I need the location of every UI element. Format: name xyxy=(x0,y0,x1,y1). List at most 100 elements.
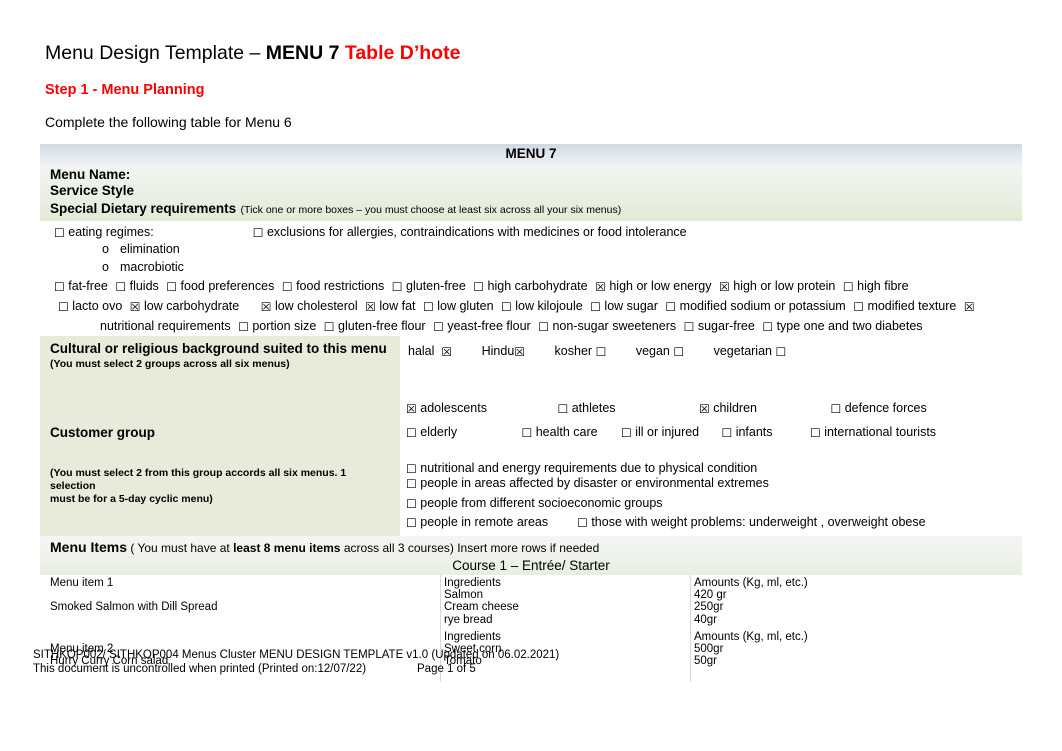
menu-name-label: Menu Name: xyxy=(50,167,131,182)
footer-page-number: Page 1 of 5 xyxy=(417,663,476,675)
customer-group-option: ☐ defence forces xyxy=(830,401,926,415)
dietary-checkbox[interactable]: ☐ xyxy=(665,301,676,313)
dietary-checkbox[interactable]: ☐ xyxy=(54,281,65,293)
dietary-checkbox[interactable]: ☐ xyxy=(684,321,695,333)
customer-group-checkbox-checked[interactable]: ☒ xyxy=(406,403,417,415)
dietary-checkbox[interactable]: ☐ xyxy=(433,321,444,333)
dietary-checkbox[interactable]: ☐ xyxy=(473,281,484,293)
customer-group-option-label: ill or injured xyxy=(635,425,700,439)
dietary-checkbox[interactable]: ☐ xyxy=(282,281,293,293)
customer-group-option: ☐ infants xyxy=(721,425,806,439)
menu-item-1-amounts-cell: Amounts (Kg, ml, etc.) 420 gr 250gr 40gr xyxy=(690,577,1022,626)
eating-regimes-checkbox[interactable]: ☐ xyxy=(54,227,65,239)
cultural-option-label: halal xyxy=(408,344,435,358)
cultural-option: vegetarian ☐ xyxy=(714,344,787,358)
dietary-line-1: ☐ fat-free ☐ fluids ☐ food preferences ☐… xyxy=(40,276,1022,296)
service-style-label: Service Style xyxy=(50,183,135,198)
dietary-checkbox-checked[interactable]: ☒ xyxy=(365,301,376,313)
dietary-checkbox[interactable]: ☐ xyxy=(853,301,864,313)
dietary-checkbox[interactable]: ☐ xyxy=(538,321,549,333)
menu-item-2-amounts-cell: Amounts (Kg, ml, etc.) 500gr 50gr xyxy=(690,631,1022,680)
menu-item-1-ingredients-cell: Ingredients Salmon Cream cheese rye brea… xyxy=(440,577,690,626)
cultural-checkbox[interactable]: ☐ xyxy=(673,346,684,358)
cultural-option-label: vegan xyxy=(635,344,670,358)
dietary-option: ☒ low fat xyxy=(365,297,415,315)
customer-group-checkbox[interactable]: ☐ xyxy=(830,403,841,415)
customer-group-checkbox[interactable]: ☐ xyxy=(406,498,417,510)
dietary-checkbox-checked[interactable]: ☒ xyxy=(261,301,272,313)
customer-group-option-label: infants xyxy=(735,425,773,439)
customer-group-checkbox[interactable]: ☐ xyxy=(721,427,732,439)
special-dietary-note: (Tick one or more boxes – you must choos… xyxy=(240,204,622,216)
cultural-checkbox[interactable]: ☐ xyxy=(596,346,607,358)
page-title: Menu Design Template – MENU 7 Table D’ho… xyxy=(45,42,460,65)
dietary-checkbox[interactable]: ☐ xyxy=(392,281,403,293)
cultural-religious-row: Cultural or religious background suited … xyxy=(40,336,1022,391)
dietary-option-label: modified sodium or potassium xyxy=(679,299,846,313)
dietary-checkbox[interactable]: ☐ xyxy=(501,301,512,313)
dietary-option-label: high fibre xyxy=(857,279,909,293)
dietary-checkbox[interactable]: ☐ xyxy=(762,321,773,333)
column-divider xyxy=(690,575,691,628)
customer-group-checkbox-checked[interactable]: ☒ xyxy=(699,403,710,415)
customer-group-option-label: adolescents xyxy=(420,401,487,415)
footer-line-1: SITHKOP002/ SITHKOP004 Menus Cluster MEN… xyxy=(33,649,560,661)
cultural-options-cell: halal ☒ Hindu☒ kosher ☐ vegan ☐ vegetari… xyxy=(400,336,1022,391)
dietary-checkbox-checked[interactable]: ☒ xyxy=(595,281,606,293)
cultural-checkbox-checked[interactable]: ☒ xyxy=(441,346,452,358)
customer-group-checkbox[interactable]: ☐ xyxy=(810,427,821,439)
dietary-option: ☐ low sugar xyxy=(590,297,658,315)
menu-item-1-row: Menu item 1 Smoked Salmon with Dill Spre… xyxy=(40,575,1022,628)
customer-group-checkbox[interactable]: ☐ xyxy=(406,463,417,475)
customer-group-checkbox[interactable]: ☐ xyxy=(406,478,417,490)
dietary-checkbox[interactable]: ☐ xyxy=(58,301,69,313)
customer-group-checkbox[interactable]: ☐ xyxy=(521,427,532,439)
customer-group-checkbox[interactable]: ☐ xyxy=(406,427,417,439)
dietary-option-label: low fat xyxy=(379,299,416,313)
customer-group-row-3b: ☐ people in areas affected by disaster o… xyxy=(400,475,1022,490)
footer-line-2: This document is uncontrolled when print… xyxy=(33,662,559,676)
dietary-checkbox-checked[interactable]: ☒ xyxy=(130,301,141,313)
customer-group-option-label: international tourists xyxy=(824,425,937,439)
customer-group-checkbox[interactable]: ☐ xyxy=(577,517,588,529)
customer-group-checkbox[interactable]: ☐ xyxy=(621,427,632,439)
nutritional-requirements-checkbox[interactable]: ☒ xyxy=(964,301,975,313)
menu-items-note-a: ( You must have at xyxy=(127,541,234,555)
dietary-option: ☐ portion size xyxy=(238,317,316,335)
ingredient-name: rye bread xyxy=(444,613,493,626)
dietary-option-label: high carbohydrate xyxy=(487,279,588,293)
customer-group-row-3a: ☐ nutritional and energy requirements du… xyxy=(400,459,1022,475)
dietary-option-label: low gluten xyxy=(437,299,494,313)
customer-group-checkbox[interactable]: ☐ xyxy=(557,403,568,415)
cultural-option: halal ☒ xyxy=(408,344,452,358)
dietary-option-label: low cholesterol xyxy=(274,299,358,313)
dietary-option-label: fluids xyxy=(129,279,159,293)
exclusions-checkbox[interactable]: ☐ xyxy=(253,227,264,239)
cultural-heading: Cultural or religious background suited … xyxy=(50,341,387,356)
customer-group-checkbox[interactable]: ☐ xyxy=(406,517,417,529)
ingredient-name: Salmon xyxy=(444,589,483,602)
dietary-checkbox[interactable]: ☐ xyxy=(166,281,177,293)
dietary-checkbox-checked[interactable]: ☒ xyxy=(719,281,730,293)
dietary-checkbox[interactable]: ☐ xyxy=(423,301,434,313)
dietary-checkbox[interactable]: ☐ xyxy=(843,281,854,293)
dietary-checkbox[interactable]: ☐ xyxy=(115,281,126,293)
dietary-option: ☐ fluids xyxy=(115,277,158,295)
ingredient-amount: 50gr xyxy=(694,655,718,668)
dietary-checkbox[interactable]: ☐ xyxy=(238,321,249,333)
customer-group-option: ☐ international tourists xyxy=(810,425,936,439)
ingredient-amount: 500gr xyxy=(694,642,724,655)
cultural-checkbox-checked[interactable]: ☒ xyxy=(514,346,525,358)
customer-group-option-label: nutritional and energy requirements due … xyxy=(420,461,758,475)
menu-items-header: Menu Items ( You must have at least 8 me… xyxy=(40,536,1022,557)
cultural-option-label: vegetarian xyxy=(713,344,772,358)
dietary-option: ☐ lacto ovo xyxy=(58,297,122,315)
special-dietary-options: ☐ eating regimes: ☐ exclusions for aller… xyxy=(40,221,1022,336)
customer-group-row-2: ☐ elderly ☐ health care ☐ ill or injured… xyxy=(400,415,1022,439)
cultural-checkbox[interactable]: ☐ xyxy=(775,346,786,358)
dietary-option-label: type one and two diabetes xyxy=(776,319,923,333)
dietary-checkbox[interactable]: ☐ xyxy=(590,301,601,313)
dietary-option-label: high or low protein xyxy=(733,279,836,293)
dietary-checkbox[interactable]: ☐ xyxy=(324,321,335,333)
customer-group-option-label: people from different socioeconomic grou… xyxy=(420,496,663,510)
